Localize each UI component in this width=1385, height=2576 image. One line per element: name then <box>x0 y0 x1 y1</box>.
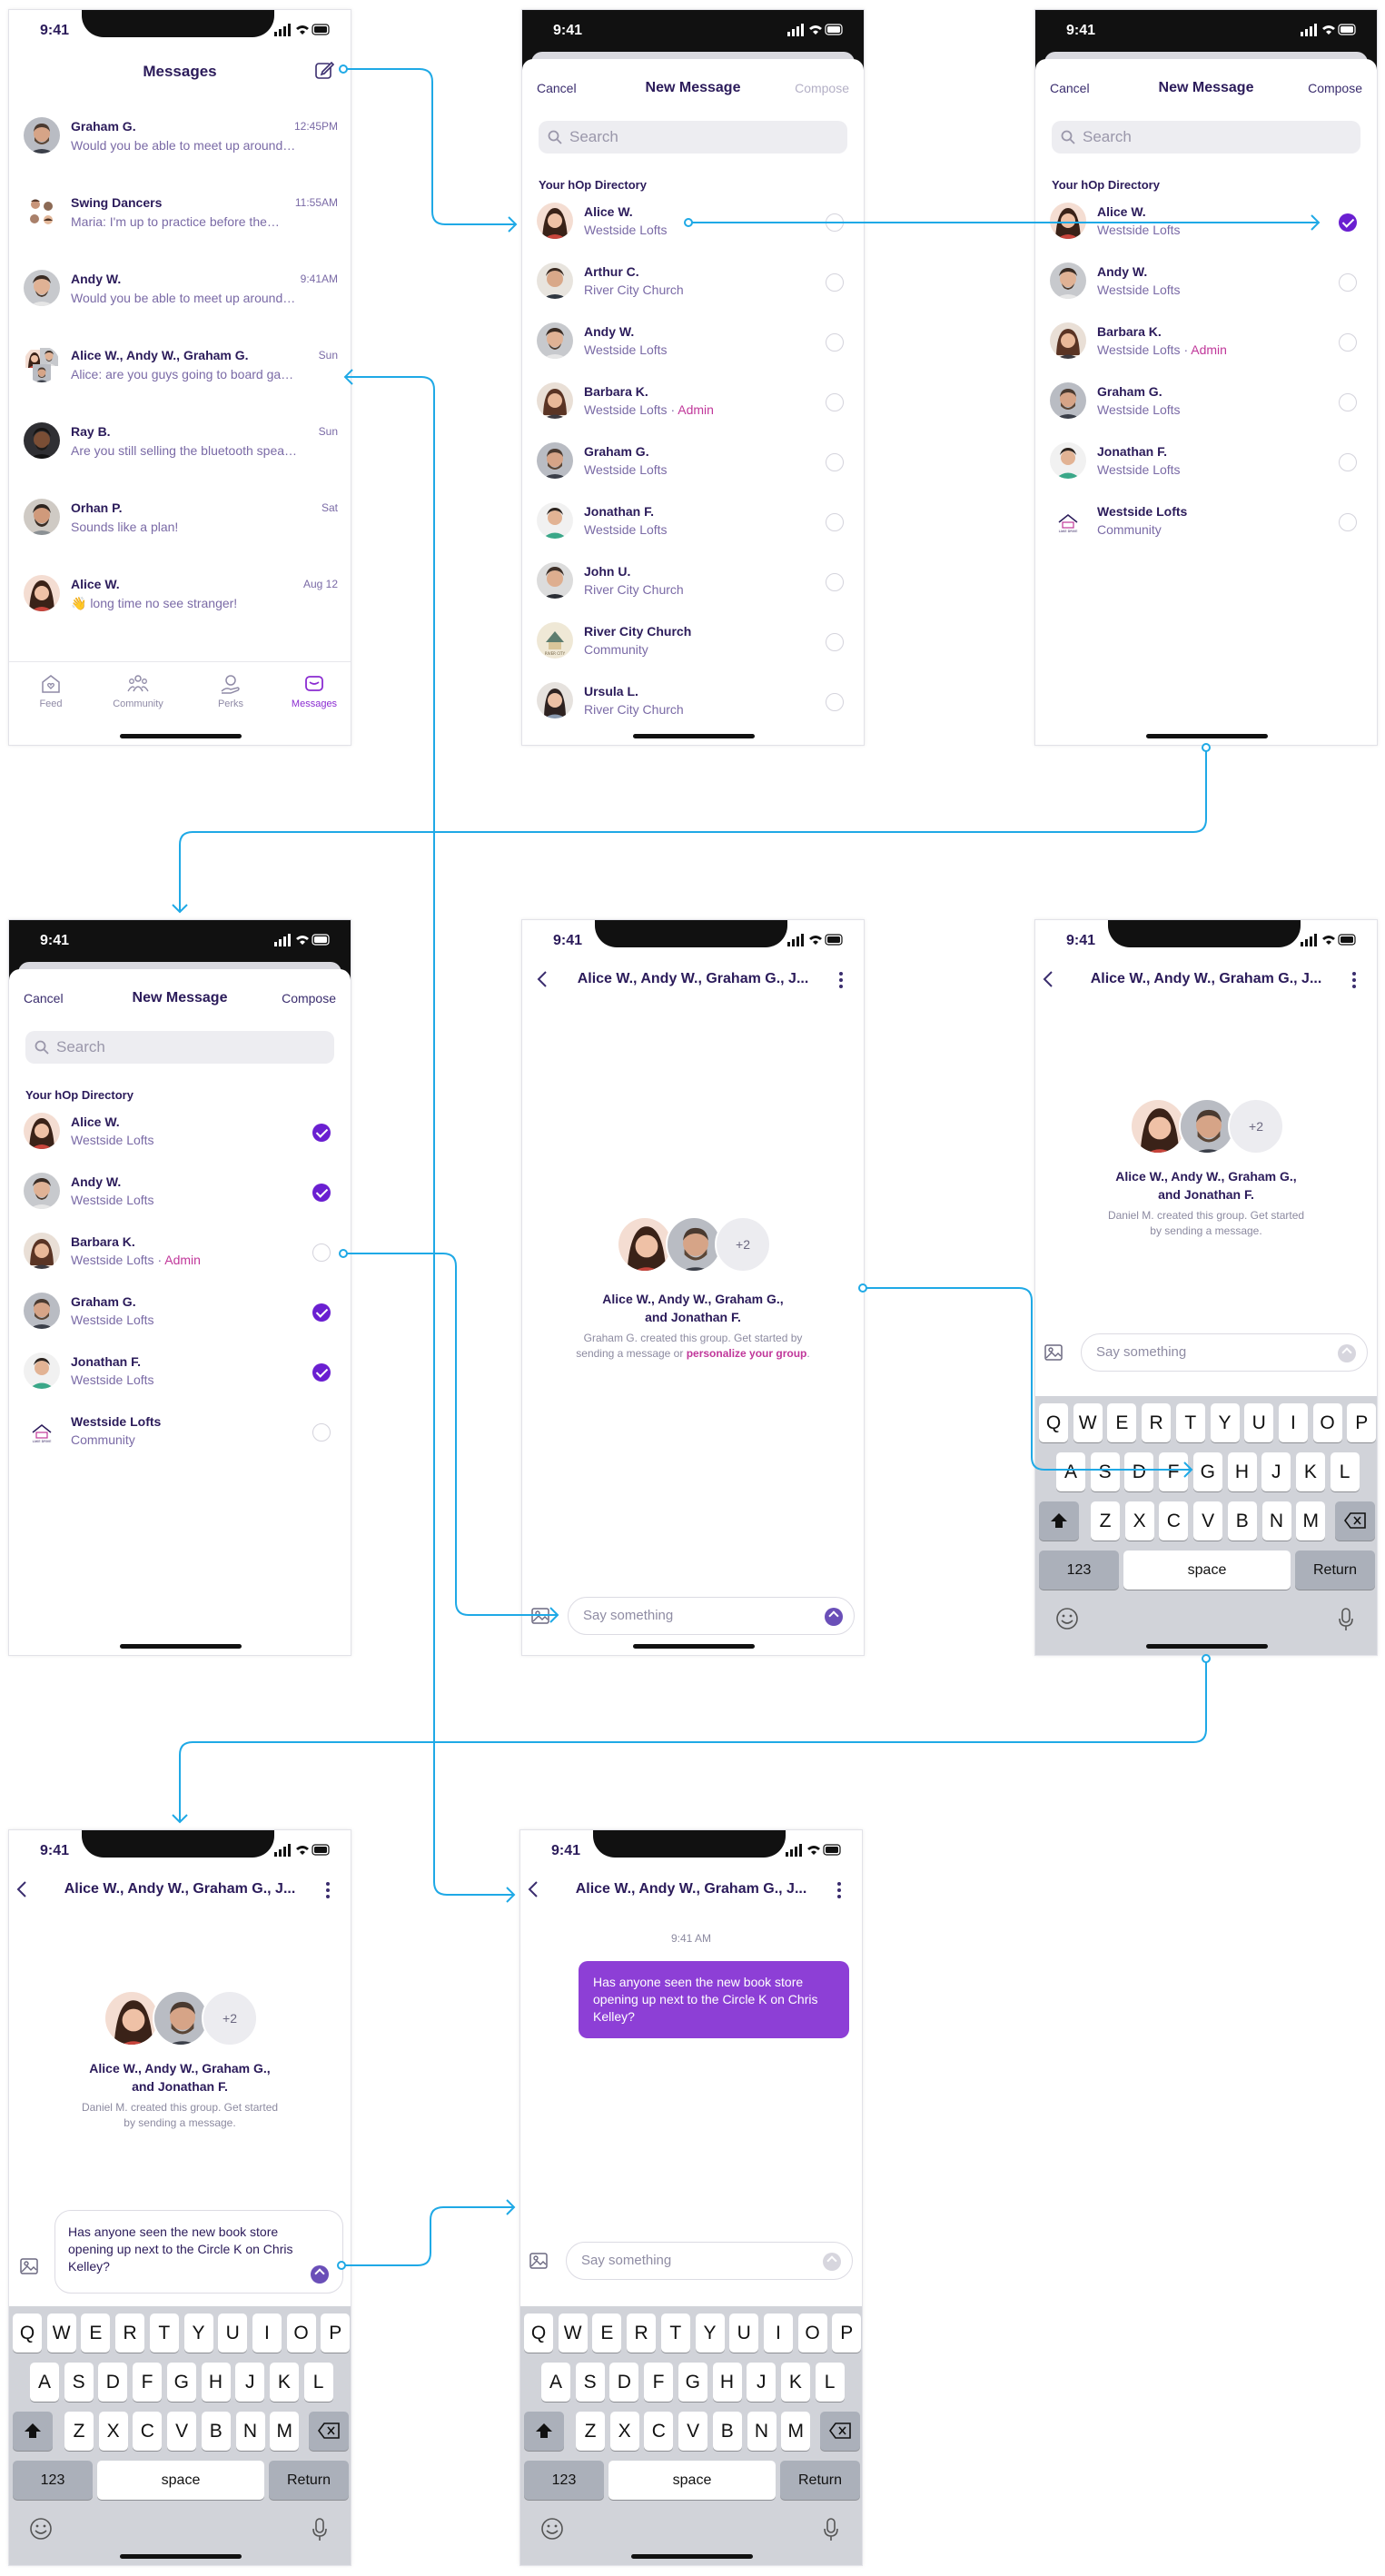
flow-node <box>337 2261 346 2270</box>
flow-line <box>343 68 516 225</box>
flow-line <box>179 748 1207 912</box>
flow-line <box>341 2206 514 2266</box>
flow-connectors <box>172 64 1321 2270</box>
flow-node <box>339 1249 348 1258</box>
flow-line <box>343 1253 558 1616</box>
flow-node <box>684 218 693 227</box>
flow-line <box>179 1659 1207 1822</box>
flow-node <box>339 64 348 74</box>
flow-line <box>345 376 514 1896</box>
flow-line <box>863 1287 1192 1471</box>
flow-node <box>858 1283 867 1293</box>
flow-node <box>1202 1654 1211 1663</box>
flow-node <box>1202 743 1211 752</box>
